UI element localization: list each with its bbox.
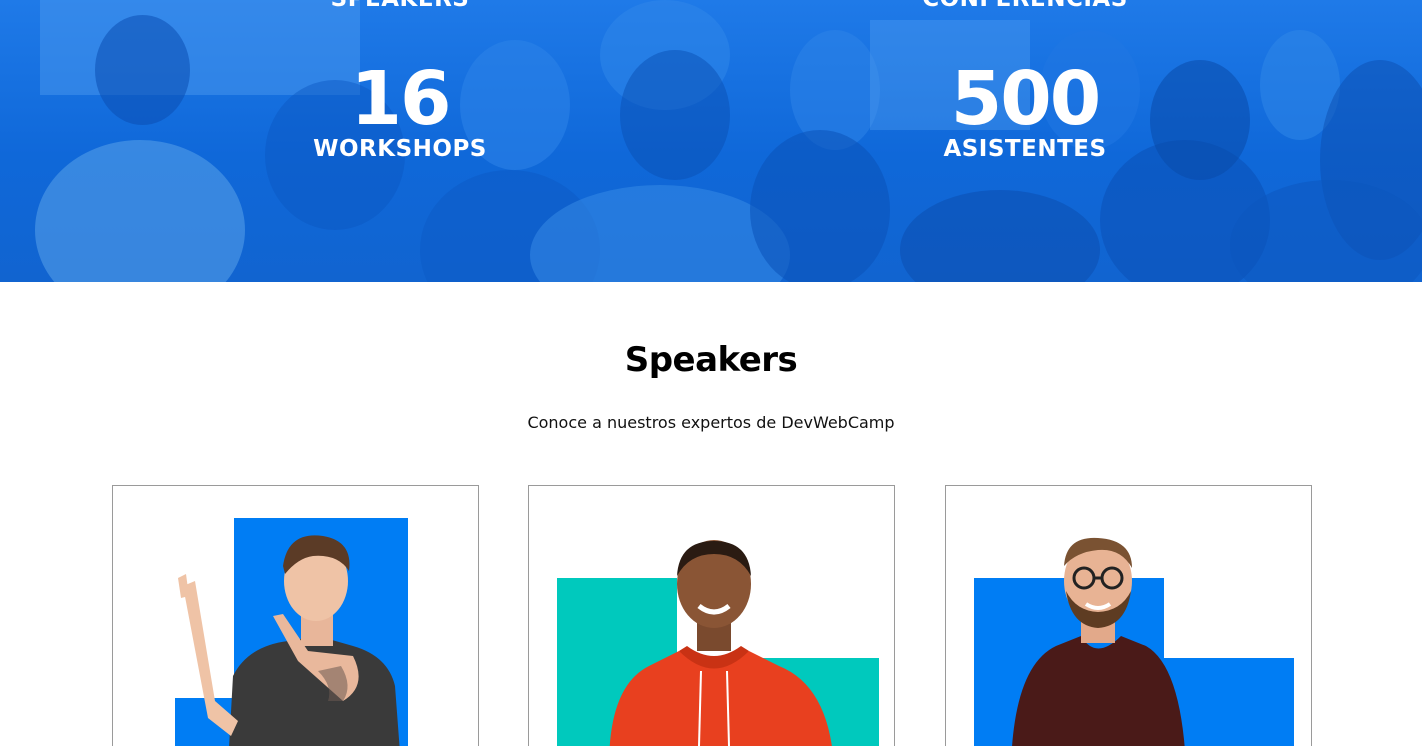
stat-asistentes: 500 ASISTENTES [910,62,1140,162]
speaker-photo [178,535,400,746]
speakers-heading: Speakers [624,340,798,380]
speakers-stat-label: SPEAKERS [300,0,500,12]
stat-label: ASISTENTES [943,136,1107,162]
conferences-stat-label: CONFERENCIAS [900,0,1150,12]
speaker-photo [1012,537,1185,746]
stat-workshops: 16 WORKSHOPS [300,62,500,162]
stat-number: 500 [950,56,1101,142]
speaker-photo [609,540,832,746]
speaker-card[interactable] [945,485,1312,746]
speaker-card[interactable] [112,485,479,746]
audience-background-photo [0,0,1422,282]
stat-label: WORKSHOPS [313,136,487,162]
speakers-subtitle: Conoce a nuestros expertos de DevWebCamp [527,413,895,432]
speaker-card[interactable] [528,485,895,746]
stats-banner: SPEAKERS CONFERENCIAS 16 WORKSHOPS 500 A… [0,0,1422,282]
stat-number: 16 [350,56,452,142]
